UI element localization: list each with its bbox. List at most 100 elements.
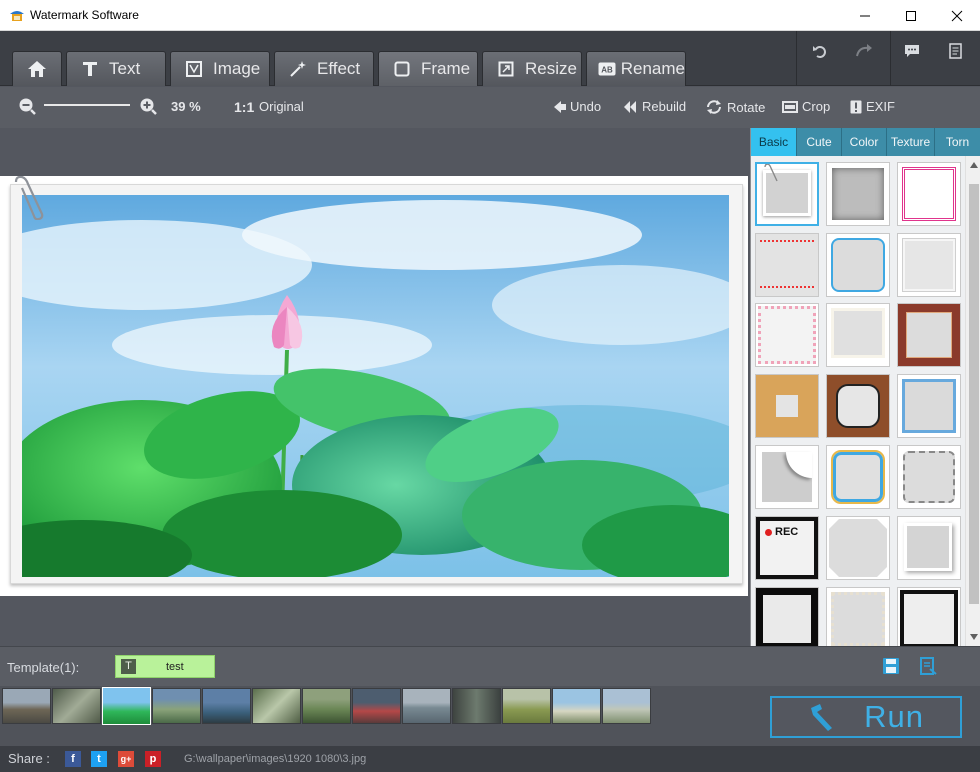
pinterest-icon[interactable]: p xyxy=(145,751,161,767)
frame-preview xyxy=(0,176,748,596)
image-thumbnail[interactable] xyxy=(102,687,151,725)
divider xyxy=(796,31,797,86)
redo-arrow-icon xyxy=(856,44,872,57)
run-icon xyxy=(811,704,833,731)
frame-option[interactable] xyxy=(897,303,961,367)
frame-option[interactable] xyxy=(826,587,890,646)
image-thumbnail[interactable] xyxy=(52,688,101,724)
undo-label: Undo xyxy=(570,99,602,114)
google-plus-icon[interactable]: g+ xyxy=(118,751,134,767)
frame-option[interactable] xyxy=(755,445,819,509)
tab-text[interactable]: Text xyxy=(66,51,166,86)
document-button[interactable] xyxy=(942,39,970,63)
document-icon xyxy=(949,43,962,59)
frame-option[interactable] xyxy=(897,587,961,646)
image-thumbnail[interactable] xyxy=(202,688,251,724)
zoom-in-button[interactable] xyxy=(139,97,157,115)
tab-frame[interactable]: Frame xyxy=(378,51,478,86)
text-template-icon: T xyxy=(121,659,136,674)
template-bar: Template(1): T test xyxy=(0,646,980,686)
close-icon xyxy=(951,10,963,21)
tab-image[interactable]: Image xyxy=(170,51,270,86)
frame-option[interactable] xyxy=(897,445,961,509)
share-label: Share : xyxy=(8,751,50,766)
tab-rename[interactable]: AB Rename xyxy=(586,51,686,86)
rename-icon: AB xyxy=(597,58,617,80)
history-redo-button[interactable] xyxy=(850,39,878,63)
frame-option[interactable] xyxy=(897,374,961,438)
frame-option[interactable]: REC xyxy=(755,516,819,580)
undo-button[interactable]: Undo xyxy=(553,99,601,114)
frame-option[interactable] xyxy=(755,233,819,297)
tab-color[interactable]: Color xyxy=(842,128,887,156)
frame-option[interactable] xyxy=(826,374,890,438)
frame-option[interactable] xyxy=(826,516,890,580)
maximize-button[interactable] xyxy=(888,0,934,31)
scrollbar-thumb[interactable] xyxy=(969,184,979,604)
image-thumbnail[interactable] xyxy=(402,688,451,724)
facebook-icon[interactable]: f xyxy=(65,751,81,767)
svg-text:AB: AB xyxy=(601,66,613,75)
original-button[interactable]: Original xyxy=(259,99,304,114)
exif-button[interactable]: EXIF xyxy=(850,99,895,114)
history-undo-button[interactable] xyxy=(806,39,834,63)
image-canvas[interactable] xyxy=(0,128,750,646)
frame-option[interactable] xyxy=(826,162,890,226)
image-thumbnail-strip: Run xyxy=(0,686,980,746)
tab-resize[interactable]: Resize xyxy=(482,51,582,86)
tab-torn[interactable]: Torn xyxy=(935,128,980,156)
frame-option[interactable] xyxy=(897,162,961,226)
scroll-up-icon[interactable] xyxy=(970,162,978,168)
image-thumbnail[interactable] xyxy=(502,688,551,724)
rebuild-label: Rebuild xyxy=(642,99,687,114)
frame-option[interactable] xyxy=(897,233,961,297)
one-to-one-button[interactable]: 1:1 xyxy=(234,99,254,115)
tab-texture[interactable]: Texture xyxy=(887,128,935,156)
minimize-button[interactable] xyxy=(842,0,888,31)
frame-option[interactable] xyxy=(755,162,819,226)
tab-cute[interactable]: Cute xyxy=(797,128,842,156)
frame-option[interactable] xyxy=(755,374,819,438)
frame-option[interactable] xyxy=(897,516,961,580)
image-thumbnail[interactable] xyxy=(352,688,401,724)
zoom-slider[interactable] xyxy=(44,104,130,106)
magic-wand-icon xyxy=(287,58,309,80)
save-template-button[interactable] xyxy=(882,657,900,680)
image-thumbnail[interactable] xyxy=(602,688,651,724)
image-thumbnail[interactable] xyxy=(452,688,501,724)
frame-option[interactable] xyxy=(755,303,819,367)
frame-option[interactable] xyxy=(826,303,890,367)
twitter-icon[interactable]: t xyxy=(91,751,107,767)
tab-home[interactable] xyxy=(12,51,62,86)
scroll-down-icon[interactable] xyxy=(970,634,978,640)
image-thumbnail[interactable] xyxy=(152,688,201,724)
close-button[interactable] xyxy=(934,0,980,31)
image-thumbnail[interactable] xyxy=(2,688,51,724)
main-tab-bar: Text Image Effect Frame Resize AB Rename xyxy=(0,31,980,86)
run-label: Run xyxy=(864,699,924,734)
zoom-out-button[interactable] xyxy=(18,97,36,115)
feedback-button[interactable] xyxy=(898,39,926,63)
paperclip-icon xyxy=(14,176,44,220)
image-thumbnail[interactable] xyxy=(252,688,301,724)
tab-basic[interactable]: Basic xyxy=(751,128,797,156)
template-list-button[interactable] xyxy=(919,657,937,680)
tab-effect[interactable]: Effect xyxy=(274,51,374,86)
frame-option[interactable] xyxy=(755,587,819,646)
crop-button[interactable]: Crop xyxy=(782,99,830,114)
image-toolbar: 39 % 1:1 Original Undo Rebuild Rotate Cr… xyxy=(0,87,980,128)
image-thumbnail[interactable] xyxy=(302,688,351,724)
frame-option[interactable] xyxy=(826,233,890,297)
photo-image xyxy=(22,195,729,577)
image-thumbnail[interactable] xyxy=(552,688,601,724)
tab-frame-label: Frame xyxy=(421,59,471,78)
frame-scrollbar[interactable] xyxy=(965,156,980,646)
frame-option[interactable] xyxy=(826,445,890,509)
template-item[interactable]: T test xyxy=(115,655,215,678)
photo-paper xyxy=(10,184,743,584)
title-bar: Watermark Software xyxy=(0,0,980,31)
run-button[interactable]: Run xyxy=(770,696,962,738)
status-bar: Share : f t g+ p G:\wallpaper\images\192… xyxy=(0,746,980,772)
rebuild-button[interactable]: Rebuild xyxy=(623,99,686,114)
rotate-button[interactable]: Rotate xyxy=(705,99,765,115)
